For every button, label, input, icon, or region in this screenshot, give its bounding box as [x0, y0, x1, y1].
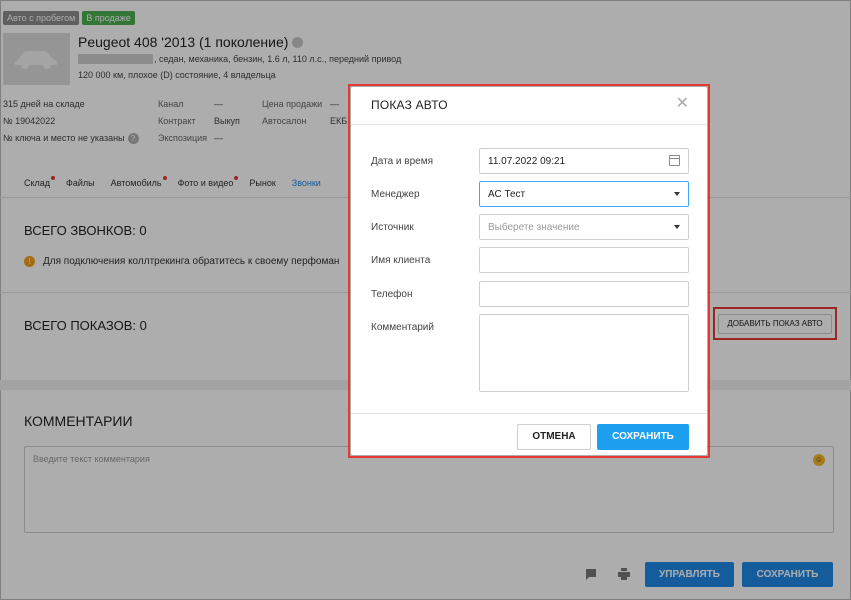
phone-label: Телефон: [371, 289, 413, 300]
comment-textarea[interactable]: [479, 314, 689, 392]
source-placeholder: Выберете значение: [488, 222, 580, 233]
dialog-header: ПОКАЗ АВТО ✕: [351, 87, 707, 125]
phone-input[interactable]: [479, 281, 689, 307]
dialog-save-button[interactable]: СОХРАНИТЬ: [597, 424, 689, 450]
comment-label: Комментарий: [371, 322, 434, 333]
datetime-label: Дата и время: [371, 156, 434, 167]
manager-label: Менеджер: [371, 189, 420, 200]
source-label: Источник: [371, 222, 414, 233]
source-select[interactable]: Выберете значение: [479, 214, 689, 240]
close-icon[interactable]: ✕: [676, 95, 689, 113]
cancel-button[interactable]: ОТМЕНА: [517, 424, 591, 450]
calendar-icon[interactable]: [669, 155, 680, 166]
show-car-dialog: ПОКАЗ АВТО ✕ Дата и время 11.07.2022 09:…: [351, 87, 707, 455]
manager-select[interactable]: АС Тест: [479, 181, 689, 207]
client-name-label: Имя клиента: [371, 255, 431, 266]
manager-value: АС Тест: [488, 189, 526, 200]
chevron-down-icon: [674, 192, 680, 196]
datetime-field[interactable]: 11.07.2022 09:21: [479, 148, 689, 174]
dialog-footer: ОТМЕНА СОХРАНИТЬ: [351, 413, 707, 455]
chevron-down-icon: [674, 225, 680, 229]
datetime-value: 11.07.2022 09:21: [488, 156, 566, 167]
dialog-title: ПОКАЗ АВТО: [371, 98, 448, 112]
client-name-input[interactable]: [479, 247, 689, 273]
